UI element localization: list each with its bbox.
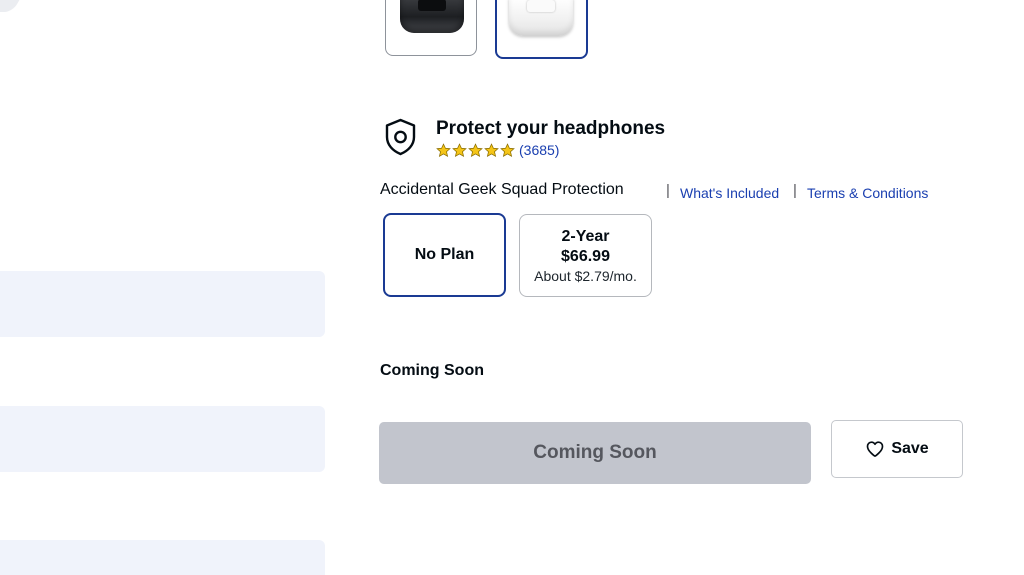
plan-monthly-price: About $2.79/mo. (534, 267, 637, 284)
star-icon (500, 142, 515, 157)
save-button[interactable]: Save (831, 420, 963, 478)
plan-price: $66.99 (561, 247, 610, 265)
protection-plan-name: Accidental Geek Squad Protection (380, 181, 624, 198)
airpods-black-case-image (400, 0, 464, 33)
shield-icon (385, 118, 416, 156)
terms-conditions-link[interactable]: Terms & Conditions (807, 185, 928, 201)
color-swatch-white[interactable] (495, 0, 588, 59)
color-swatch-black[interactable] (385, 0, 477, 56)
plan-term: 2-Year (561, 227, 610, 245)
link-separator: | (666, 182, 670, 199)
star-icon (468, 142, 483, 157)
link-separator: | (793, 182, 797, 199)
loading-placeholder (0, 271, 325, 337)
plan-option-no-plan[interactable]: No Plan (383, 213, 506, 297)
star-icon (436, 142, 451, 157)
loading-placeholder (0, 540, 325, 575)
star-icon (452, 142, 467, 157)
plan-option-2-year[interactable]: 2-Year $66.99 About $2.79/mo. (519, 214, 652, 297)
availability-status: Coming Soon (380, 362, 484, 379)
airpods-white-case-image (509, 0, 573, 36)
star-icon (484, 142, 499, 157)
rating-stars (436, 141, 516, 159)
add-to-cart-button-disabled[interactable]: Coming Soon (379, 422, 811, 484)
protection-title: Protect your headphones (436, 118, 666, 139)
save-label: Save (891, 440, 929, 457)
heart-icon (866, 441, 884, 457)
loading-placeholder (0, 406, 325, 472)
plan-label: No Plan (414, 246, 475, 263)
whats-included-link[interactable]: What's Included (680, 185, 779, 201)
corner-fragment (0, 0, 28, 12)
review-count-link[interactable]: (3685) (519, 142, 559, 158)
product-page: Protect your headphones (3685) Accidenta… (0, 0, 1024, 575)
